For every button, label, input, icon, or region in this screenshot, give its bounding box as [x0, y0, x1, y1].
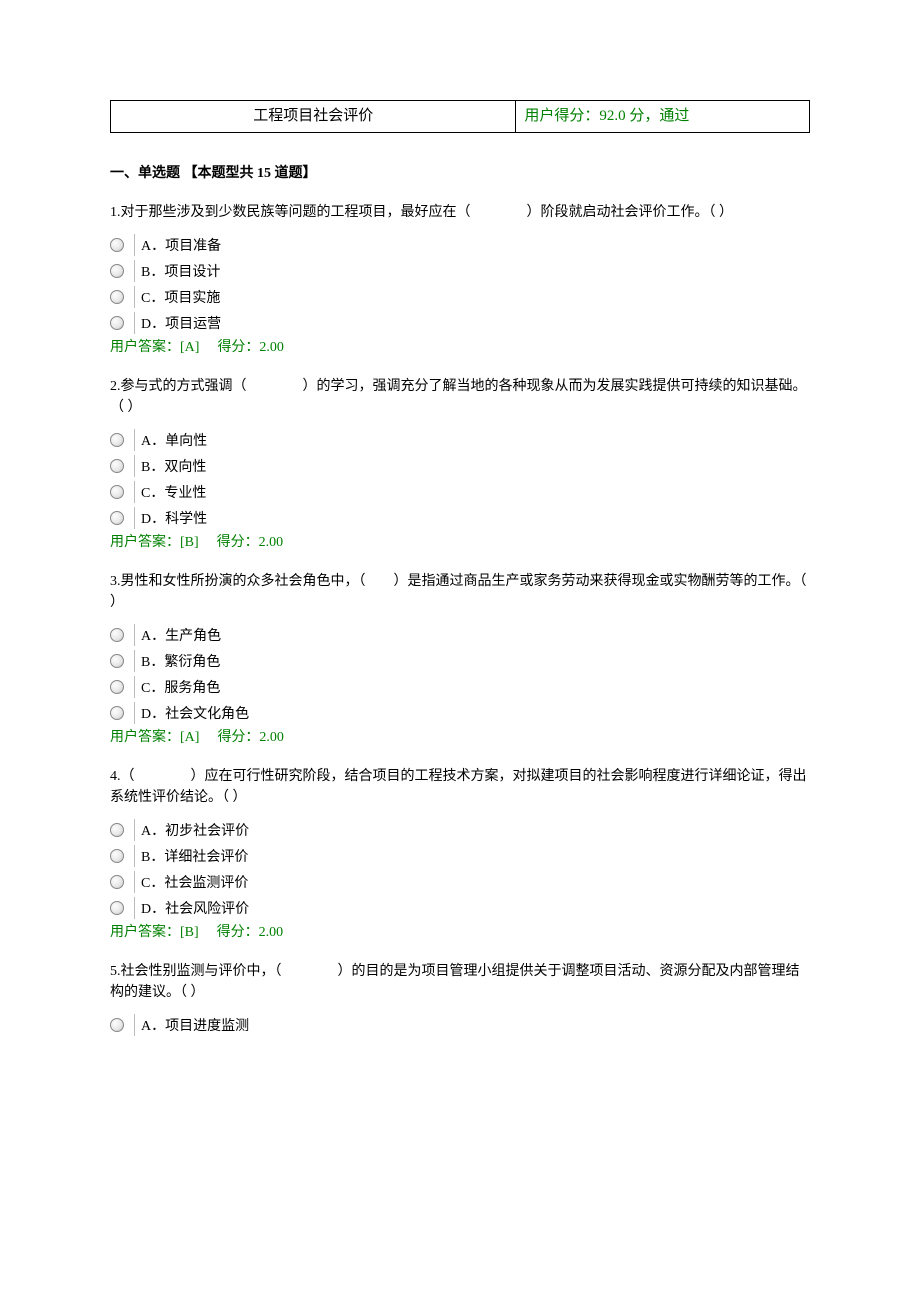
radio-icon[interactable]: [110, 849, 124, 863]
option-row[interactable]: A．生产角色: [110, 623, 810, 647]
option-label: B．详细社会评价: [141, 844, 248, 868]
option-divider: [134, 286, 135, 308]
radio-icon[interactable]: [110, 459, 124, 473]
option-row[interactable]: C．项目实施: [110, 285, 810, 309]
radio-icon[interactable]: [110, 290, 124, 304]
radio-icon[interactable]: [110, 875, 124, 889]
user-score: 用户得分：92.0 分，通过: [516, 101, 810, 133]
user-answer: 用户答案：[A]: [110, 340, 199, 355]
option-row[interactable]: C．社会监测评价: [110, 870, 810, 894]
option-row[interactable]: B．详细社会评价: [110, 844, 810, 868]
question-text: 3.男性和女性所扮演的众多社会角色中，（ ）是指通过商品生产或家务劳动来获得现金…: [110, 571, 810, 613]
option-label: D．科学性: [141, 506, 207, 530]
question-text: 1.对于那些涉及到少数民族等问题的工程项目，最好应在（ ）阶段就启动社会评价工作…: [110, 202, 810, 223]
option-divider: [134, 650, 135, 672]
option-divider: [134, 260, 135, 282]
user-answer: 用户答案：[B]: [110, 535, 199, 550]
radio-icon[interactable]: [110, 823, 124, 837]
option-row[interactable]: C．服务角色: [110, 675, 810, 699]
option-divider: [134, 624, 135, 646]
answer-line: 用户答案：[B] 得分：2.00: [110, 922, 810, 943]
answer-line: 用户答案：[A] 得分：2.00: [110, 727, 810, 748]
option-label: D．项目运营: [141, 311, 221, 335]
option-divider: [134, 871, 135, 893]
option-label: A．初步社会评价: [141, 818, 249, 842]
option-row[interactable]: B．项目设计: [110, 259, 810, 283]
option-label: B．项目设计: [141, 259, 220, 283]
section-header: 一、单选题 【本题型共 15 道题】: [110, 163, 810, 184]
radio-icon[interactable]: [110, 901, 124, 915]
option-label: D．社会文化角色: [141, 701, 249, 725]
option-row[interactable]: D．科学性: [110, 506, 810, 530]
option-divider: [134, 819, 135, 841]
option-label: B．双向性: [141, 454, 206, 478]
option-label: C．专业性: [141, 480, 206, 504]
answer-line: 用户答案：[B] 得分：2.00: [110, 532, 810, 553]
radio-icon[interactable]: [110, 316, 124, 330]
question-text: 5.社会性别监测与评价中，（ ）的目的是为项目管理小组提供关于调整项目活动、资源…: [110, 961, 810, 1003]
option-row[interactable]: D．社会文化角色: [110, 701, 810, 725]
option-label: A．项目进度监测: [141, 1013, 249, 1037]
option-label: A．生产角色: [141, 623, 221, 647]
option-divider: [134, 507, 135, 529]
option-divider: [134, 1014, 135, 1036]
user-answer: 用户答案：[B]: [110, 925, 199, 940]
answer-line: 用户答案：[A] 得分：2.00: [110, 337, 810, 358]
option-divider: [134, 845, 135, 867]
option-divider: [134, 455, 135, 477]
radio-icon[interactable]: [110, 1018, 124, 1032]
header-table: 工程项目社会评价 用户得分：92.0 分，通过: [110, 100, 810, 133]
radio-icon[interactable]: [110, 264, 124, 278]
option-label: C．社会监测评价: [141, 870, 248, 894]
radio-icon[interactable]: [110, 654, 124, 668]
answer-score: 得分：2.00: [217, 925, 284, 940]
option-divider: [134, 702, 135, 724]
option-row[interactable]: B．双向性: [110, 454, 810, 478]
radio-icon[interactable]: [110, 238, 124, 252]
radio-icon[interactable]: [110, 706, 124, 720]
option-divider: [134, 234, 135, 256]
option-divider: [134, 429, 135, 451]
option-row[interactable]: A．单向性: [110, 428, 810, 452]
option-row[interactable]: A．项目准备: [110, 233, 810, 257]
option-row[interactable]: C．专业性: [110, 480, 810, 504]
option-divider: [134, 481, 135, 503]
page-title: 工程项目社会评价: [111, 101, 516, 133]
answer-score: 得分：2.00: [217, 730, 284, 745]
option-row[interactable]: D．社会风险评价: [110, 896, 810, 920]
option-row[interactable]: B．繁衍角色: [110, 649, 810, 673]
question-text: 4.（ ）应在可行性研究阶段，结合项目的工程技术方案，对拟建项目的社会影响程度进…: [110, 766, 810, 808]
option-divider: [134, 312, 135, 334]
question: 1.对于那些涉及到少数民族等问题的工程项目，最好应在（ ）阶段就启动社会评价工作…: [110, 202, 810, 358]
radio-icon[interactable]: [110, 485, 124, 499]
option-label: C．服务角色: [141, 675, 220, 699]
answer-score: 得分：2.00: [217, 340, 284, 355]
radio-icon[interactable]: [110, 511, 124, 525]
question: 3.男性和女性所扮演的众多社会角色中，（ ）是指通过商品生产或家务劳动来获得现金…: [110, 571, 810, 748]
question: 5.社会性别监测与评价中，（ ）的目的是为项目管理小组提供关于调整项目活动、资源…: [110, 961, 810, 1037]
radio-icon[interactable]: [110, 680, 124, 694]
question: 4.（ ）应在可行性研究阶段，结合项目的工程技术方案，对拟建项目的社会影响程度进…: [110, 766, 810, 943]
option-label: A．单向性: [141, 428, 207, 452]
option-label: C．项目实施: [141, 285, 220, 309]
question-text: 2.参与式的方式强调（ ）的学习，强调充分了解当地的各种现象从而为发展实践提供可…: [110, 376, 810, 418]
option-divider: [134, 897, 135, 919]
radio-icon[interactable]: [110, 628, 124, 642]
user-answer: 用户答案：[A]: [110, 730, 199, 745]
option-divider: [134, 676, 135, 698]
option-label: D．社会风险评价: [141, 896, 249, 920]
option-label: B．繁衍角色: [141, 649, 220, 673]
option-label: A．项目准备: [141, 233, 221, 257]
answer-score: 得分：2.00: [217, 535, 284, 550]
option-row[interactable]: D．项目运营: [110, 311, 810, 335]
question: 2.参与式的方式强调（ ）的学习，强调充分了解当地的各种现象从而为发展实践提供可…: [110, 376, 810, 553]
option-row[interactable]: A．初步社会评价: [110, 818, 810, 842]
option-row[interactable]: A．项目进度监测: [110, 1013, 810, 1037]
radio-icon[interactable]: [110, 433, 124, 447]
